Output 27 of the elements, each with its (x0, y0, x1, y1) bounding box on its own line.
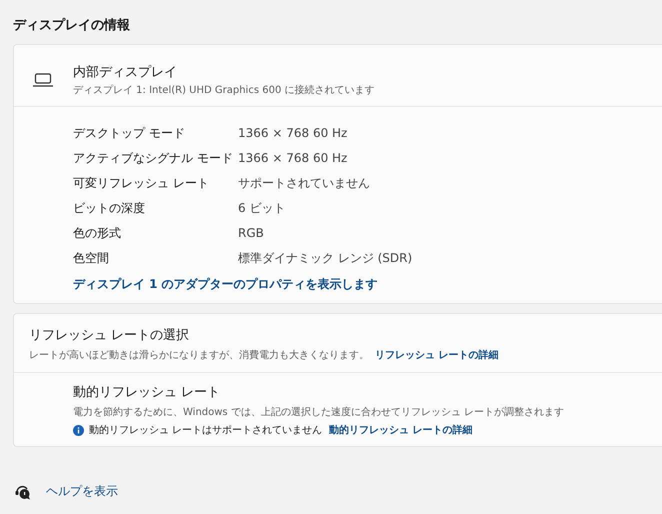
property-label: 可変リフレッシュ レート (73, 175, 210, 192)
dynamic-refresh-details-link[interactable]: 動的リフレッシュ レートの詳細 (329, 423, 473, 437)
info-icon (73, 424, 84, 436)
dynamic-refresh-title: 動的リフレッシュ レート (73, 384, 220, 401)
property-label: デスクトップ モード (73, 125, 186, 142)
help-icon (14, 483, 31, 500)
section-title: ディスプレイの情報 (13, 16, 130, 34)
property-label: アクティブなシグナル モード (73, 150, 234, 167)
help-link[interactable]: ヘルプを表示 (46, 483, 118, 500)
property-label: 色の形式 (73, 225, 122, 242)
property-value: 1366 × 768 60 Hz (238, 150, 348, 167)
property-value: 標準ダイナミック レンジ (SDR) (238, 250, 412, 267)
property-value: 1366 × 768 60 Hz (238, 125, 348, 142)
property-value: RGB (238, 225, 265, 242)
property-label: 色空間 (73, 250, 110, 267)
display-subtitle: ディスプレイ 1: Intel(R) UHD Graphics 600 に接続されています (73, 84, 374, 97)
property-value: サポートされていません (238, 175, 371, 192)
property-value: 6 ビット (238, 200, 286, 217)
dynamic-refresh-description: 電力を節約するために、Windows では、上記の選択した速度に合わせてリフレッシュ レートが調整されます (73, 406, 564, 419)
refresh-description: レートが高いほど動きは滑らかになりますが、消費電力も大きくなります。 リフレッシュ レートの詳細 (29, 348, 498, 362)
refresh-details-link[interactable]: リフレッシュ レートの詳細 (375, 350, 498, 361)
property-label: ビットの深度 (73, 200, 146, 217)
dynamic-refresh-notice: 動的リフレッシュ レートはサポートされていません (89, 424, 322, 437)
refresh-title: リフレッシュ レートの選択 (29, 327, 190, 344)
laptop-icon (33, 73, 53, 87)
display-name: 内部ディスプレイ (73, 64, 177, 81)
adapter-properties-link[interactable]: ディスプレイ 1 のアダプターのプロパティを表示します (73, 275, 378, 293)
